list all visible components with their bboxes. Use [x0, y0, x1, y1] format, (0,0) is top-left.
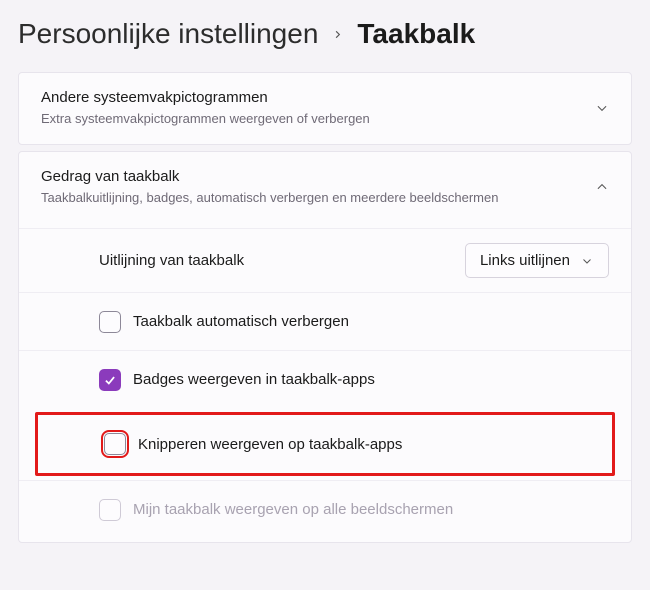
setting-auto-hide: Taakbalk automatisch verbergen [19, 292, 631, 350]
panel-body: Uitlijning van taakbalk Links uitlijnen … [19, 222, 631, 542]
breadcrumb-parent[interactable]: Persoonlijke instellingen [18, 18, 318, 50]
panel-header-taskbar-behavior[interactable]: Gedrag van taakbalk Taakbalkuitlijning, … [19, 152, 631, 223]
alignment-select[interactable]: Links uitlijnen [465, 243, 609, 278]
panel-subtitle: Taakbalkuitlijning, badges, automatisch … [41, 189, 498, 207]
chevron-right-icon [332, 23, 343, 46]
breadcrumb: Persoonlijke instellingen Taakbalk [0, 0, 650, 72]
select-value: Links uitlijnen [480, 252, 570, 269]
panel-title: Andere systeemvakpictogrammen [41, 89, 370, 106]
panel-header-other-system-icons[interactable]: Andere systeemvakpictogrammen Extra syst… [19, 73, 631, 144]
setting-flashing: Knipperen weergeven op taakbalk-apps [38, 415, 612, 473]
setting-all-displays: Mijn taakbalk weergeven op alle beeldsch… [19, 480, 631, 538]
setting-badges: Badges weergeven in taakbalk-apps [19, 350, 631, 408]
breadcrumb-current: Taakbalk [357, 18, 475, 50]
badges-checkbox[interactable] [99, 369, 121, 391]
setting-label: Badges weergeven in taakbalk-apps [133, 371, 375, 388]
chevron-down-icon [580, 254, 594, 268]
flashing-checkbox[interactable] [104, 433, 126, 455]
setting-label: Taakbalk automatisch verbergen [133, 313, 349, 330]
panel-other-system-icons: Andere systeemvakpictogrammen Extra syst… [18, 72, 632, 145]
check-icon [103, 373, 117, 387]
setting-label: Mijn taakbalk weergeven op alle beeldsch… [133, 501, 453, 518]
chevron-up-icon [595, 180, 609, 194]
panel-taskbar-behavior: Gedrag van taakbalk Taakbalkuitlijning, … [18, 151, 632, 544]
panel-subtitle: Extra systeemvakpictogrammen weergeven o… [41, 110, 370, 128]
all-displays-checkbox [99, 499, 121, 521]
setting-alignment: Uitlijning van taakbalk Links uitlijnen [19, 228, 631, 292]
auto-hide-checkbox[interactable] [99, 311, 121, 333]
setting-label: Knipperen weergeven op taakbalk-apps [138, 436, 402, 453]
setting-label: Uitlijning van taakbalk [99, 252, 244, 269]
panel-title: Gedrag van taakbalk [41, 168, 498, 185]
highlight-box: Knipperen weergeven op taakbalk-apps [35, 412, 615, 476]
chevron-down-icon [595, 101, 609, 115]
